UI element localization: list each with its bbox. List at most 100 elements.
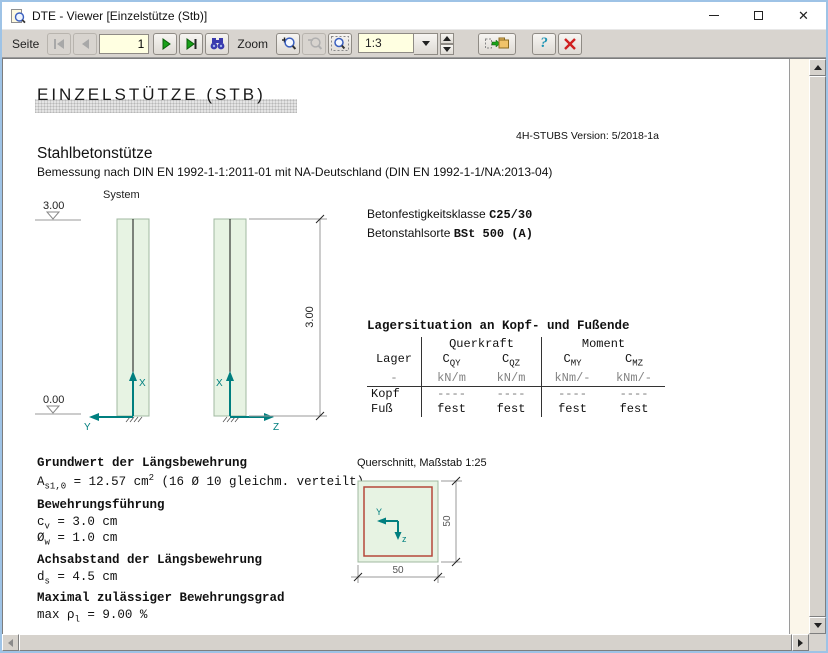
next-page-icon <box>159 38 172 50</box>
group-moment: Moment <box>541 337 665 352</box>
vertical-scroll-thumb[interactable] <box>809 76 826 617</box>
maximize-button[interactable] <box>736 2 781 29</box>
col-cqy: CQY <box>421 352 481 371</box>
help-icon: ? <box>540 35 548 52</box>
maximize-icon <box>754 11 763 20</box>
zoom-out-icon <box>306 36 323 51</box>
table-header-row: Lager CQY CQZ CMY CMZ <box>367 352 665 371</box>
zoom-scale-dropdown-button[interactable] <box>414 33 438 55</box>
viewer-content: EINZELSTÜTZE (STB) 4H-STUBS Version: 5/2… <box>2 58 826 634</box>
next-page-button[interactable] <box>153 33 177 55</box>
spin-up-icon <box>443 36 451 41</box>
page-number-input[interactable] <box>99 34 149 54</box>
axis-distance-line: ds = 4.5 cm <box>37 570 117 587</box>
system-diagram: 3.00 0.00 X Y <box>35 196 345 436</box>
scroll-right-icon <box>798 639 803 647</box>
axis-distance-heading: Achsabstand der Längsbewehrung <box>37 553 262 567</box>
group-querkraft: Querkraft <box>421 337 541 352</box>
previous-page-icon <box>79 38 92 50</box>
scroll-right-button[interactable] <box>792 634 809 651</box>
steel-grade-line: Betonstahlsorte BSt 500 (A) <box>367 224 533 243</box>
zoom-window-icon <box>331 36 349 51</box>
zoom-spinner <box>440 33 454 55</box>
export-button[interactable] <box>478 33 516 55</box>
cross-section-diagram: Y z 50 50 <box>349 471 474 591</box>
scroll-up-button[interactable] <box>809 59 826 76</box>
report-heading: EINZELSTÜTZE (STB) <box>37 85 266 105</box>
section-axis-z-label: z <box>402 534 407 544</box>
previous-page-button[interactable] <box>73 33 97 55</box>
minimize-button[interactable] <box>691 2 736 29</box>
concrete-class-value: C25/30 <box>489 208 532 222</box>
reinforcement-heading: Grundwert der Längsbewehrung <box>37 456 247 470</box>
close-viewer-button[interactable] <box>558 33 582 55</box>
horizontal-scroll-thumb[interactable] <box>19 634 792 651</box>
axis-x2-label: X <box>216 378 223 389</box>
concrete-class-line: Betonfestigkeitsklasse C25/30 <box>367 205 533 224</box>
help-button[interactable]: ? <box>532 33 556 55</box>
spin-down-icon <box>443 47 451 52</box>
zoom-scale-dropdown[interactable]: 1:3 <box>358 33 438 55</box>
export-to-folder-icon <box>485 36 509 51</box>
toolbar: Seite Zoom <box>2 30 826 58</box>
first-page-icon <box>52 38 67 50</box>
binoculars-icon <box>209 37 226 50</box>
max-ratio-heading: Maximal zulässiger Bewehrungsgrad <box>37 591 285 605</box>
max-ratio-line: max ρl = 9.00 % <box>37 608 147 625</box>
level-bottom-label: 0.00 <box>43 394 64 406</box>
table-group-row: Querkraft Moment <box>367 337 665 352</box>
scroll-up-icon <box>814 65 822 70</box>
find-button[interactable] <box>205 33 229 55</box>
axis-y-label: Y <box>84 422 91 433</box>
version-text: 4H-STUBS Version: 5/2018-1a <box>516 130 659 142</box>
table-row-fuss: Fuß fest fest fest fest <box>367 402 665 417</box>
table-row-kopf: Kopf ---- ---- ---- ---- <box>367 386 665 402</box>
zoom-window-button[interactable] <box>328 33 352 55</box>
zoom-out-button[interactable] <box>302 33 326 55</box>
bearing-table-title: Lagersituation an Kopf- und Fußende <box>367 319 630 333</box>
zoom-spin-down-button[interactable] <box>440 44 454 55</box>
document-page: EINZELSTÜTZE (STB) 4H-STUBS Version: 5/2… <box>3 59 790 634</box>
horizontal-scrollbar[interactable] <box>2 634 809 651</box>
last-page-icon <box>184 38 199 50</box>
cross-section-label: Querschnitt, Maßstab 1:25 <box>357 457 487 469</box>
scroll-down-icon <box>814 623 822 628</box>
report-subtitle: Bemessung nach DIN EN 1992-1-1:2011-01 m… <box>37 165 552 179</box>
col-cmy: CMY <box>541 352 603 371</box>
col-lager: Lager <box>367 352 421 371</box>
page-label: Seite <box>12 37 39 51</box>
level-top-marker-icon <box>47 212 59 219</box>
section-axis-y-label: Y <box>376 507 382 517</box>
close-button[interactable]: ✕ <box>781 2 826 29</box>
first-page-button[interactable] <box>47 33 71 55</box>
document-viewport: EINZELSTÜTZE (STB) 4H-STUBS Version: 5/2… <box>2 59 809 634</box>
title-bar[interactable]: DTE - Viewer [Einzelstütze (Stb)] ✕ <box>2 2 826 30</box>
reinforcement-formula: As1,0 = 12.57 cm2 (16 Ø 10 gleichm. vert… <box>37 473 364 492</box>
scroll-left-button[interactable] <box>2 634 19 651</box>
section-height-dim: 50 <box>442 515 453 527</box>
scrollbar-corner <box>809 634 826 651</box>
bottom-bar <box>2 634 826 651</box>
col-cqz: CQZ <box>481 352 541 371</box>
zoom-in-icon <box>280 36 297 51</box>
height-dimension-label: 3.00 <box>304 306 316 327</box>
level-bottom-marker-icon <box>47 406 59 413</box>
guidance-heading: Bewehrungsführung <box>37 498 165 512</box>
zoom-spin-up-button[interactable] <box>440 33 454 44</box>
vertical-scrollbar[interactable] <box>809 59 826 634</box>
close-document-icon <box>563 37 577 51</box>
axis-y-arrow-icon <box>89 413 99 421</box>
window-title: DTE - Viewer [Einzelstütze (Stb)] <box>32 9 691 23</box>
zoom-in-button[interactable] <box>276 33 300 55</box>
col-cmz: CMZ <box>603 352 665 371</box>
scroll-left-icon <box>8 639 13 647</box>
report-title: Stahlbetonstütze <box>37 145 152 163</box>
zoom-scale-value[interactable]: 1:3 <box>358 33 414 53</box>
section-width-dim: 50 <box>392 565 404 576</box>
scroll-down-button[interactable] <box>809 617 826 634</box>
last-page-button[interactable] <box>179 33 203 55</box>
bearing-table: Querkraft Moment Lager CQY CQZ CMY CMZ -… <box>367 337 665 417</box>
app-window: DTE - Viewer [Einzelstütze (Stb)] ✕ Seit… <box>0 0 828 653</box>
axis-x-label: X <box>139 378 146 389</box>
guidance-line-dw: Øw = 1.0 cm <box>37 531 117 548</box>
